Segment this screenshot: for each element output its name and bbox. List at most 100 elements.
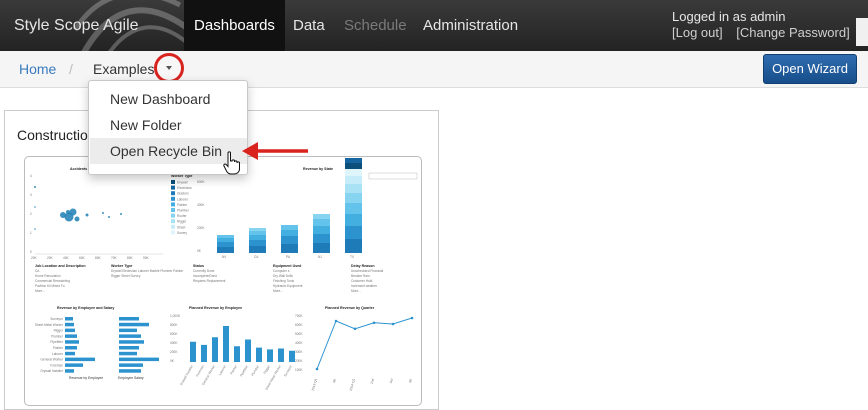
filter-item[interactable]: Hydraulic Equipment: [273, 284, 303, 288]
filter-item[interactable]: Breaker Rain: [351, 274, 370, 278]
filter-item[interactable]: More...: [35, 289, 45, 293]
brand[interactable]: Style Scope Agile Edition: [0, 0, 184, 51]
emp-role-label: Foreman: [50, 363, 63, 367]
pe-bar: [234, 346, 240, 362]
emp-revenue-bar: [65, 351, 75, 356]
pe-x-tick: Drywall Installer: [179, 364, 194, 386]
state-y-tick: 200K: [197, 226, 205, 230]
planned-employee-title: Planned Revenue by Employee: [189, 306, 242, 310]
state-bar-segment: [217, 238, 234, 242]
nav-data[interactable]: Data: [293, 0, 325, 51]
filter-item[interactable]: Dry Wall Drills: [273, 274, 293, 278]
filter-item[interactable]: CA: [35, 269, 40, 273]
accidents-bubble: [66, 210, 70, 214]
caret-down-icon[interactable]: [154, 53, 184, 83]
top-navigation-bar: Style Scope Agile Edition Dashboards Dat…: [0, 0, 868, 51]
pe-bar: [245, 339, 251, 362]
accidents-y-tick: 0: [30, 250, 32, 254]
accidents-x-tick: 60K: [79, 256, 86, 260]
legend-entry: Plumber: [177, 209, 190, 213]
breadcrumb-current: Examples: [93, 61, 155, 77]
state-bar-segment: [345, 169, 362, 176]
emp-revenue-bar: [65, 357, 95, 362]
pe-y-tick: 800K: [170, 323, 178, 327]
emp-role-label: Laborer: [52, 352, 64, 356]
accidents-bubble: [102, 212, 104, 214]
accidents-x-tick: 90K: [143, 256, 150, 260]
emp-salary-bar: [119, 340, 144, 344]
state-bar-segment: [217, 242, 234, 247]
pq-y-tick: 600K: [295, 323, 303, 327]
accidents-y-tick: 1: [30, 231, 32, 235]
state-filter-select[interactable]: [368, 172, 418, 180]
user-info: Logged in as admin [Log out] [Change Pas…: [672, 9, 860, 41]
filter-item[interactable]: Commercial Remodeling: [35, 279, 70, 283]
pe-y-tick: 400K: [170, 341, 178, 345]
legend-entry: Glaziers: [177, 192, 189, 196]
state-bar-segment: [281, 230, 298, 236]
emp-salary-bar: [119, 357, 159, 362]
filter-item[interactable]: Rigger Sheet Survey: [111, 274, 141, 278]
logout-link[interactable]: [Log out]: [672, 25, 723, 40]
state-bar-segment: [313, 234, 330, 243]
pq-x-tick: 2013-Q4: [311, 378, 318, 391]
menu-item-new-dashboard[interactable]: New Dashboard: [90, 86, 247, 112]
dashboard-thumbnail[interactable]: Accidents 4 3 2 1 0 20K 20K 40K 60K 80K 70K 80K 90K…: [24, 156, 422, 406]
filter-item[interactable]: Computer s: [273, 269, 290, 273]
accidents-x-tick: 70K: [111, 256, 118, 260]
pq-point: [372, 321, 376, 325]
filter-item[interactable]: More...: [351, 289, 361, 293]
filter-item[interactable]: Unscheduled Financial: [351, 269, 384, 273]
state-bar-segment: [345, 158, 362, 163]
filter-item[interactable]: Incomplete/Done: [193, 274, 217, 278]
menu-item-new-folder[interactable]: New Folder: [90, 112, 247, 138]
pe-x-tick: Pipefitter: [239, 364, 249, 378]
filter-item[interactable]: Drywall Electrician Laborer Marble Plumb…: [111, 269, 184, 273]
pq-y-tick: 100K: [295, 368, 303, 372]
legend-swatch: [171, 208, 175, 212]
emp-role-label: Rigger: [54, 329, 64, 333]
pq-y-tick: 700K: [295, 314, 303, 318]
state-bar-segment: [313, 243, 330, 253]
open-wizard-button[interactable]: Open Wizard: [763, 54, 857, 84]
legend-swatch: [171, 213, 175, 218]
breadcrumb-separator: /: [69, 61, 73, 77]
emp-revenue-bar: [65, 334, 77, 338]
filter-item[interactable]: Requires Replacement: [193, 279, 226, 283]
emp-salary-bar: [119, 328, 137, 333]
emp-salary-title: Revenue by Employee and Salary: [57, 306, 114, 310]
filter-item[interactable]: Home Renovation: [35, 274, 61, 278]
state-bar-segment: [313, 219, 330, 226]
filter-item[interactable]: Pavilion 60 Mixed Fo: [35, 284, 65, 288]
filter-item[interactable]: Currently Done: [193, 269, 215, 273]
change-password-link[interactable]: [Change Password]: [736, 25, 849, 40]
filter-item[interactable]: Inclement weather: [351, 284, 378, 288]
nav-administration[interactable]: Administration: [423, 0, 518, 51]
accidents-bubble: [34, 206, 36, 208]
pq-point: [410, 316, 414, 320]
filter-item[interactable]: Finishing Tools: [273, 279, 294, 283]
filter-item[interactable]: More...: [273, 289, 283, 293]
legend-entry: Roofer: [177, 214, 188, 218]
user-links: [Log out] [Change Password]: [672, 25, 860, 41]
accidents-bubble: [69, 208, 77, 216]
legend-entry: Laborer: [177, 197, 189, 201]
pe-bar: [212, 337, 218, 362]
emp-salary-bar: [119, 351, 137, 356]
scrollbar-track[interactable]: [856, 18, 868, 46]
logged-in-label: Logged in as admin: [672, 9, 786, 24]
legend-entry: Painter: [177, 203, 188, 207]
accidents-bubble: [120, 213, 122, 215]
pe-bar: [190, 341, 196, 362]
emp-salary-bar: [119, 334, 141, 338]
filter-item[interactable]: Customer Hold: [351, 279, 372, 283]
filter-title: Status: [193, 264, 204, 268]
state-x-tick: CA: [254, 255, 259, 259]
emp-revenue-bar: [65, 346, 77, 350]
legend-entry: Electrician: [177, 186, 192, 190]
filter-title: Worker Type: [111, 264, 132, 268]
nav-dashboards[interactable]: Dashboards: [184, 0, 285, 51]
breadcrumb-home-link[interactable]: Home: [19, 61, 56, 77]
legend-entry: Drywall: [177, 181, 188, 185]
pe-y-tick: 200K: [170, 350, 178, 354]
